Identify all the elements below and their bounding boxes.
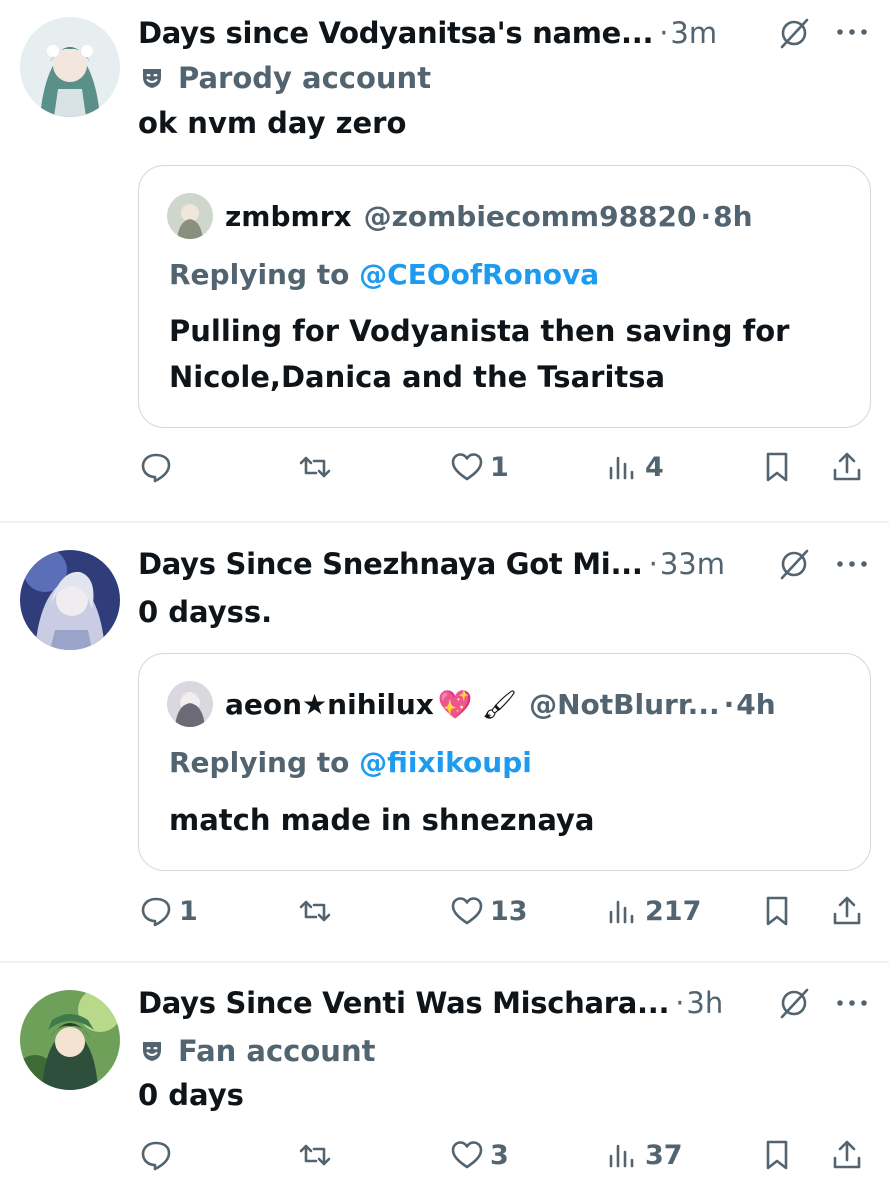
action-bar: 1 13 217 xyxy=(0,886,889,936)
mask-icon xyxy=(143,1042,161,1061)
views-icon xyxy=(609,1144,634,1168)
more-options-icon[interactable] xyxy=(835,26,869,38)
timestamp[interactable]: 33m xyxy=(660,547,725,581)
quoted-post[interactable]: zmbmrx @zombiecomm98820 · 8h Replying to… xyxy=(138,165,871,428)
grok-icon[interactable] xyxy=(777,16,811,50)
views-count: 37 xyxy=(645,1139,683,1171)
bookmark-button[interactable] xyxy=(760,450,794,484)
like-button[interactable]: 3 xyxy=(450,1138,509,1172)
heart-icon xyxy=(451,453,483,481)
quote-text: match made in shneznaya xyxy=(169,803,595,837)
quote-timestamp: 8h xyxy=(713,199,753,233)
views-button[interactable]: 37 xyxy=(605,1138,683,1172)
avatar[interactable] xyxy=(20,550,120,650)
heart-emoji-icon: 💖 🖌 xyxy=(437,687,518,721)
quote-timestamp: 4h xyxy=(736,687,776,721)
quote-text: Pulling for Vodyanista then saving for N… xyxy=(169,314,790,394)
mention-link[interactable]: @fiixikoupi xyxy=(359,746,532,779)
bookmark-icon xyxy=(766,452,788,482)
share-icon xyxy=(833,1140,861,1169)
views-button[interactable]: 4 xyxy=(605,450,664,484)
repost-icon xyxy=(299,900,331,922)
bookmark-button[interactable] xyxy=(760,894,794,928)
reply-icon xyxy=(141,453,171,483)
quote-avatar xyxy=(167,193,213,239)
like-count: 13 xyxy=(490,895,528,927)
reply-button[interactable] xyxy=(139,450,179,484)
action-bar: 1 4 xyxy=(0,442,889,492)
more-options-icon[interactable] xyxy=(835,997,869,1009)
quote-avatar xyxy=(167,681,213,727)
views-icon xyxy=(609,456,634,480)
timestamp[interactable]: 3h xyxy=(686,986,723,1020)
account-label-text: Parody account xyxy=(178,61,432,95)
like-count: 1 xyxy=(490,451,509,483)
bookmark-icon xyxy=(766,896,788,926)
repost-icon xyxy=(299,1144,331,1166)
bookmark-button[interactable] xyxy=(760,1138,794,1172)
grok-icon[interactable] xyxy=(777,547,811,581)
like-count: 3 xyxy=(490,1139,509,1171)
account-label: Parody account xyxy=(140,58,431,98)
mention-link[interactable]: @CEOofRonova xyxy=(359,258,599,291)
account-label: Fan account xyxy=(140,1031,375,1071)
reply-icon xyxy=(141,897,171,927)
avatar[interactable] xyxy=(20,17,120,117)
post-text: 0 dayss. xyxy=(138,595,273,629)
views-count: 217 xyxy=(645,895,702,927)
views-button[interactable]: 217 xyxy=(605,894,701,928)
replying-to: Replying to @CEOofRonova xyxy=(169,258,599,291)
display-name[interactable]: Days Since Snezhnaya Got Mi... xyxy=(138,547,643,581)
grok-icon[interactable] xyxy=(777,986,811,1020)
reply-count: 1 xyxy=(179,895,198,927)
repost-icon xyxy=(299,456,331,478)
reply-button[interactable] xyxy=(139,1138,179,1172)
post-1[interactable]: Days since Vodyanitsa's name... · 3m Par… xyxy=(0,0,889,520)
avatar[interactable] xyxy=(20,990,120,1090)
more-options-icon[interactable] xyxy=(835,558,869,570)
heart-icon xyxy=(451,897,483,925)
quote-display-name: zmbmrx xyxy=(225,199,352,233)
bookmark-icon xyxy=(766,1140,788,1170)
replying-to: Replying to @fiixikoupi xyxy=(169,746,532,779)
quoted-post[interactable]: aeon★nihilux 💖 🖌 @NotBlurr... · 4h Reply… xyxy=(138,653,871,871)
reply-button[interactable]: 1 xyxy=(139,894,198,928)
like-button[interactable]: 1 xyxy=(450,450,509,484)
separator-dot: · xyxy=(700,199,712,233)
like-button[interactable]: 13 xyxy=(450,894,528,928)
action-bar: 3 37 xyxy=(0,1130,889,1180)
quote-handle: @NotBlurr... xyxy=(529,687,720,721)
display-name[interactable]: Days Since Venti Was Mischara... xyxy=(138,986,669,1020)
post-3[interactable]: Days Since Venti Was Mischara... · 3h Fa… xyxy=(0,963,889,1200)
account-label-text: Fan account xyxy=(178,1034,376,1068)
separator-dot: · xyxy=(723,687,735,721)
separator-dot: · xyxy=(675,986,685,1020)
display-name[interactable]: Days since Vodyanitsa's name... xyxy=(138,16,654,50)
views-icon xyxy=(609,900,634,924)
timestamp[interactable]: 3m xyxy=(670,16,717,50)
repost-button[interactable] xyxy=(298,450,338,484)
mask-icon xyxy=(143,69,161,88)
share-button[interactable] xyxy=(830,894,864,928)
repost-button[interactable] xyxy=(298,894,338,928)
replying-prefix: Replying to xyxy=(169,258,350,291)
share-icon xyxy=(833,452,861,481)
post-text: ok nvm day zero xyxy=(138,106,407,140)
share-icon xyxy=(833,896,861,925)
repost-button[interactable] xyxy=(298,1138,338,1172)
replying-prefix: Replying to xyxy=(169,746,350,779)
separator-dot: · xyxy=(659,16,669,50)
quote-display-name: aeon★nihilux xyxy=(225,687,434,721)
post-text: 0 days xyxy=(138,1078,244,1112)
share-button[interactable] xyxy=(830,1138,864,1172)
reply-icon xyxy=(141,1141,171,1171)
post-2[interactable]: Days Since Snezhnaya Got Mi... · 33m 0 d… xyxy=(0,523,889,961)
views-count: 4 xyxy=(645,451,664,483)
quote-handle: @zombiecomm98820 xyxy=(363,199,697,233)
separator-dot: · xyxy=(648,547,658,581)
share-button[interactable] xyxy=(830,450,864,484)
heart-icon xyxy=(451,1141,483,1169)
